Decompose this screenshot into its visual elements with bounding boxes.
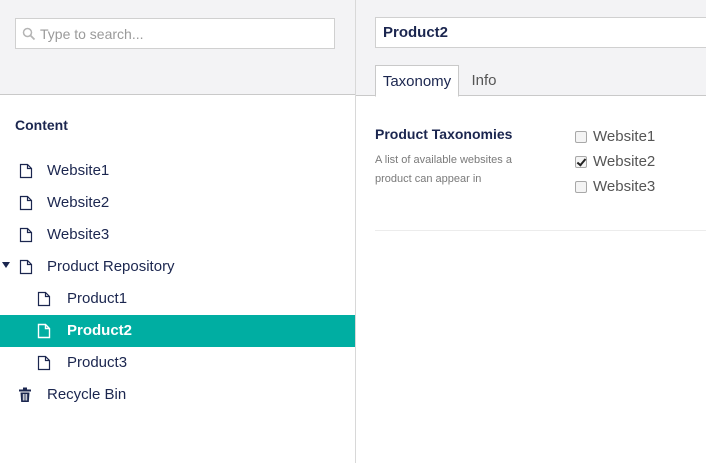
tree-item-website3[interactable]: Website3 — [0, 219, 355, 251]
checkbox-checked[interactable] — [575, 155, 587, 168]
checkbox-unchecked[interactable] — [575, 130, 587, 143]
checkbox-label: Website2 — [593, 153, 656, 170]
tree-item-product2[interactable]: Product2 — [0, 315, 355, 347]
tree-item-product-repository[interactable]: Product Repository — [0, 251, 355, 283]
tree-item-label: Product3 — [67, 354, 128, 371]
checkbox-label: Website1 — [593, 128, 656, 145]
tree-item-label: Recycle Bin — [47, 386, 127, 403]
property-label: Product Taxonomies — [375, 126, 513, 142]
checkbox-unchecked[interactable] — [575, 180, 587, 193]
document-icon — [37, 291, 51, 307]
tree-item-label: Product2 — [67, 322, 133, 339]
checkbox-website3[interactable]: Website3 — [575, 174, 655, 199]
tab-info[interactable]: Info — [468, 65, 500, 96]
node-name-input[interactable] — [383, 24, 683, 41]
tree-header — [0, 0, 355, 95]
property-description: A list of available websites a product c… — [375, 154, 512, 185]
document-icon — [19, 259, 33, 275]
search-icon — [22, 27, 36, 40]
document-icon — [37, 355, 51, 371]
section-title: Content — [15, 117, 68, 133]
tree-item-label: Website2 — [47, 194, 110, 211]
tree-item-label: Website3 — [47, 226, 110, 243]
tree-item-recycle-bin[interactable]: Recycle Bin — [0, 379, 355, 411]
document-icon — [19, 195, 33, 211]
content-tree: Website1 Website2 Website3 Product Repos… — [0, 155, 355, 411]
document-icon — [19, 163, 33, 179]
divider — [375, 230, 706, 231]
search-box[interactable] — [15, 18, 335, 49]
checkbox-website1[interactable]: Website1 — [575, 124, 655, 149]
tree-item-label: Website1 — [47, 162, 110, 179]
checkbox-website2[interactable]: Website2 — [575, 149, 655, 174]
editor-header: Taxonomy Info — [356, 0, 706, 97]
document-icon — [37, 323, 51, 339]
tree-item-website1[interactable]: Website1 — [0, 155, 355, 187]
tree-item-label: Product1 — [67, 290, 128, 307]
trash-icon — [19, 387, 31, 402]
caret-down-icon[interactable] — [2, 262, 10, 268]
tree-item-label: Product Repository — [47, 258, 175, 275]
tree-item-website2[interactable]: Website2 — [0, 187, 355, 219]
document-icon — [19, 227, 33, 243]
checkbox-label: Website3 — [593, 178, 656, 195]
search-input[interactable] — [40, 25, 320, 42]
taxonomy-checklist: Website1 Website2 Website3 — [575, 124, 655, 199]
tree-item-product3[interactable]: Product3 — [0, 347, 355, 379]
content-tree-pane: Content Website1 Website2 Website3 Produ… — [0, 0, 356, 463]
node-name-field[interactable] — [375, 17, 706, 48]
tab-taxonomy[interactable]: Taxonomy — [375, 65, 459, 97]
tree-item-product1[interactable]: Product1 — [0, 283, 355, 315]
